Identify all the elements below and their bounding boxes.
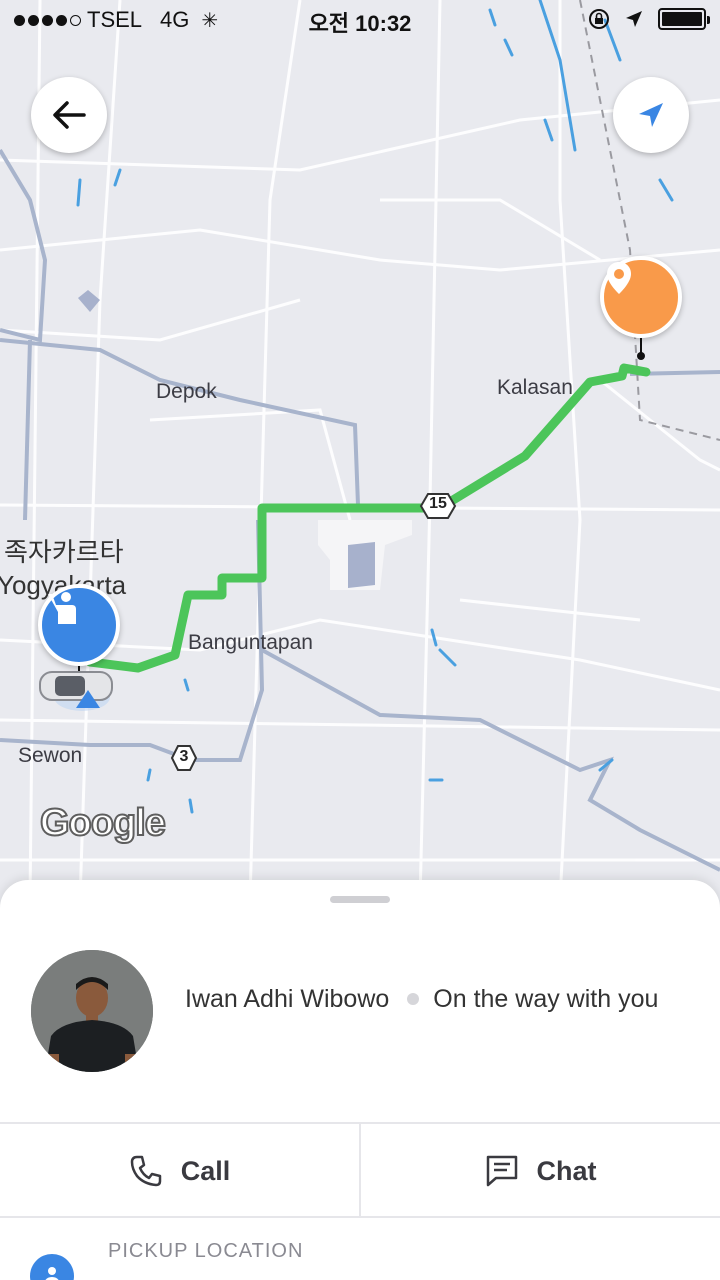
driver-avatar [31, 950, 153, 1072]
map-label-banguntapan: Banguntapan [188, 631, 313, 654]
route-3-number: 3 [179, 748, 189, 765]
map-label-kalasan: Kalasan [497, 376, 573, 399]
map-label-sewon: Sewon [18, 744, 83, 767]
map-label-depok: Depok [156, 380, 217, 403]
screen: 15 3 Depok Kalasan 족자카르타 Yogyakarta Bang… [0, 0, 720, 1280]
location-pin-icon [607, 262, 631, 294]
status-bar: TSEL 4G ✳ 오전 10:32 [0, 0, 720, 40]
car-icon [39, 671, 113, 711]
drag-handle[interactable] [330, 896, 390, 903]
pickup-pin[interactable] [38, 584, 120, 666]
trip-bottom-sheet[interactable]: Iwan Adhi Wibowo On the way with you Call… [0, 880, 720, 1280]
chat-button[interactable]: Chat [361, 1124, 720, 1218]
chat-bubble-icon [486, 1155, 517, 1187]
destination-pin[interactable] [600, 256, 682, 338]
orientation-lock-icon [589, 9, 609, 29]
phone-icon [130, 1155, 161, 1187]
driver-name: Iwan Adhi Wibowo [185, 985, 390, 1013]
my-location-button[interactable] [613, 77, 689, 153]
waving-person-icon [48, 592, 76, 624]
back-button[interactable] [31, 77, 107, 153]
arrow-left-icon [53, 101, 86, 129]
status-right [588, 8, 710, 30]
map-label-yogyakarta-korean: 족자카르타 [4, 537, 124, 567]
driver-info: Iwan Adhi Wibowo On the way with you [185, 982, 685, 1016]
divider [0, 1216, 720, 1218]
navigation-arrow-icon [639, 103, 663, 127]
route-line [85, 363, 651, 673]
google-logo: Google [39, 801, 167, 845]
separator-dot [407, 992, 420, 1005]
call-label: Call [180, 1155, 231, 1186]
location-services-icon [626, 11, 642, 27]
map-view[interactable]: 15 3 Depok Kalasan 족자카르타 Yogyakarta Bang… [0, 0, 720, 900]
call-button[interactable]: Call [0, 1124, 359, 1218]
battery-icon [658, 8, 710, 30]
pickup-location-icon [30, 1254, 74, 1280]
trip-status: On the way with you [433, 985, 659, 1013]
map-canvas [0, 0, 720, 900]
person-icon [45, 1267, 59, 1280]
chat-label: Chat [536, 1155, 597, 1186]
contact-actions: Call Chat [0, 1124, 720, 1218]
route-15-number: 15 [429, 495, 447, 512]
pickup-location-label: PICKUP LOCATION [108, 1240, 304, 1262]
